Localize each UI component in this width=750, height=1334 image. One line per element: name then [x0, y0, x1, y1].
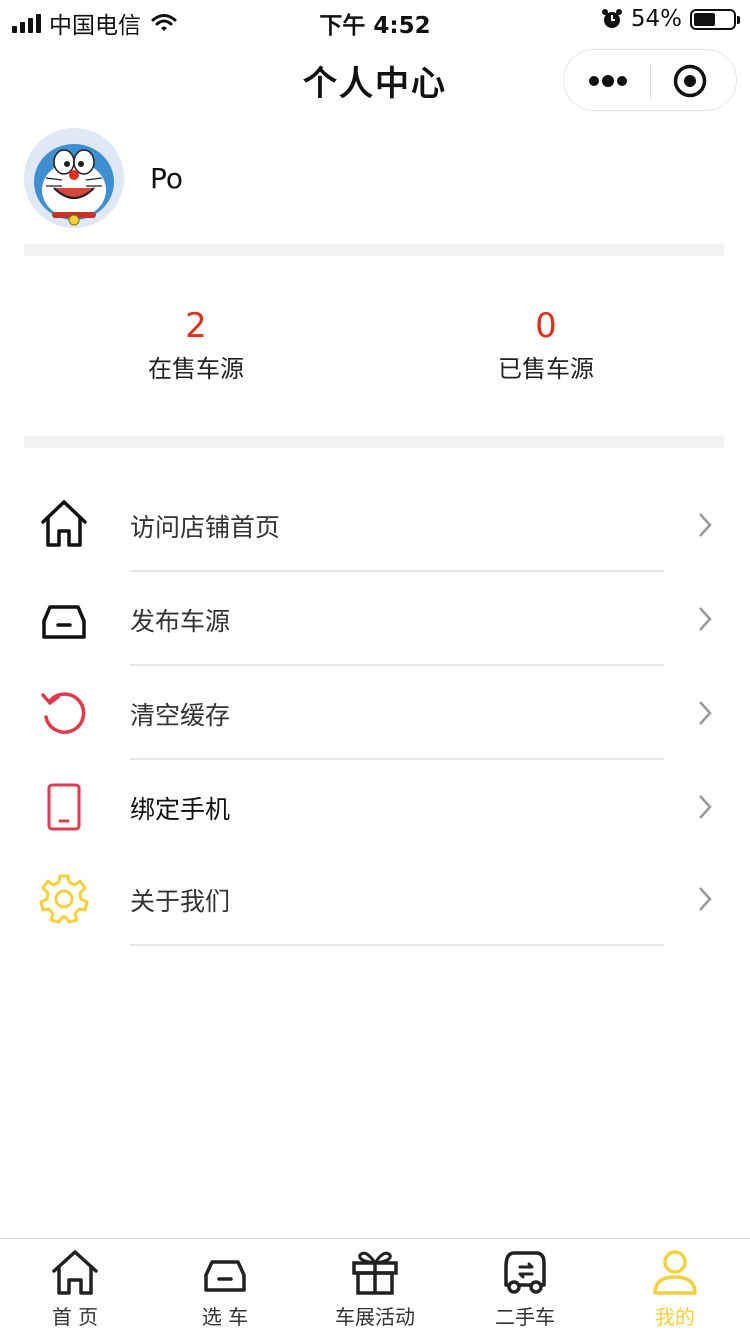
miniprogram-capsule [563, 49, 737, 111]
menu-label: 访问店铺首页 [130, 513, 281, 542]
user-name: Po [150, 162, 184, 195]
user-icon [653, 1250, 697, 1295]
tab-label: 选 车 [201, 1305, 249, 1329]
menu-item-about-us[interactable]: 关于我们 [0, 850, 750, 944]
chevron-right-icon [699, 701, 712, 725]
stat-sold[interactable]: 0 已售车源 [436, 306, 656, 384]
phone-icon [47, 783, 81, 831]
menu-label: 发布车源 [130, 607, 231, 636]
section-divider [24, 436, 724, 448]
gift-icon [352, 1251, 398, 1295]
house-icon [52, 1250, 98, 1295]
alarm-icon [601, 9, 622, 28]
status-bar: 中国电信 下午 4:52 54% [0, 0, 750, 42]
menu-label: 绑定手机 [130, 795, 231, 824]
menu-item-visit-store[interactable]: 访问店铺首页 [0, 476, 750, 570]
stat-on-sale-label: 在售车源 [148, 355, 244, 383]
stat-sold-count: 0 [535, 306, 557, 346]
tab-used-car[interactable]: 二手车 [450, 1239, 600, 1334]
bottom-tab-bar: 首 页 选 车 车展活动 二手车 我的 [0, 1238, 750, 1334]
close-miniprogram-icon[interactable] [672, 63, 708, 99]
battery-percent: 54% [630, 6, 682, 32]
menu-divider [130, 944, 664, 946]
tab-auto-show[interactable]: 车展活动 [300, 1239, 450, 1334]
menu-item-clear-cache[interactable]: 清空缓存 [0, 665, 750, 759]
menu-item-bind-phone[interactable]: 绑定手机 [0, 759, 750, 853]
battery-icon [690, 8, 740, 30]
menu-item-publish-car[interactable]: 发布车源 [0, 571, 750, 665]
gear-icon [39, 874, 89, 924]
used-car-icon [504, 1251, 546, 1294]
stat-on-sale-count: 2 [185, 306, 207, 346]
car-icon [42, 605, 86, 639]
menu-label: 关于我们 [130, 887, 231, 916]
tab-label: 我的 [655, 1305, 695, 1329]
tab-home[interactable]: 首 页 [0, 1239, 150, 1334]
stat-sold-label: 已售车源 [498, 355, 594, 383]
chevron-right-icon [699, 887, 712, 911]
chevron-right-icon [699, 513, 712, 537]
house-icon [41, 500, 87, 547]
refresh-icon [41, 692, 86, 734]
tab-choose-car[interactable]: 选 车 [150, 1239, 300, 1334]
section-divider [24, 244, 724, 256]
tab-label: 二手车 [495, 1305, 555, 1329]
car-icon [204, 1260, 246, 1292]
chevron-right-icon [699, 607, 712, 631]
chevron-right-icon [699, 795, 712, 819]
menu-label: 清空缓存 [130, 701, 231, 730]
avatar[interactable] [24, 128, 124, 228]
tab-label: 车展活动 [335, 1305, 415, 1329]
tab-label: 首 页 [51, 1305, 99, 1329]
stat-on-sale[interactable]: 2 在售车源 [86, 306, 306, 384]
tab-mine[interactable]: 我的 [600, 1239, 750, 1334]
more-icon[interactable] [586, 68, 630, 94]
